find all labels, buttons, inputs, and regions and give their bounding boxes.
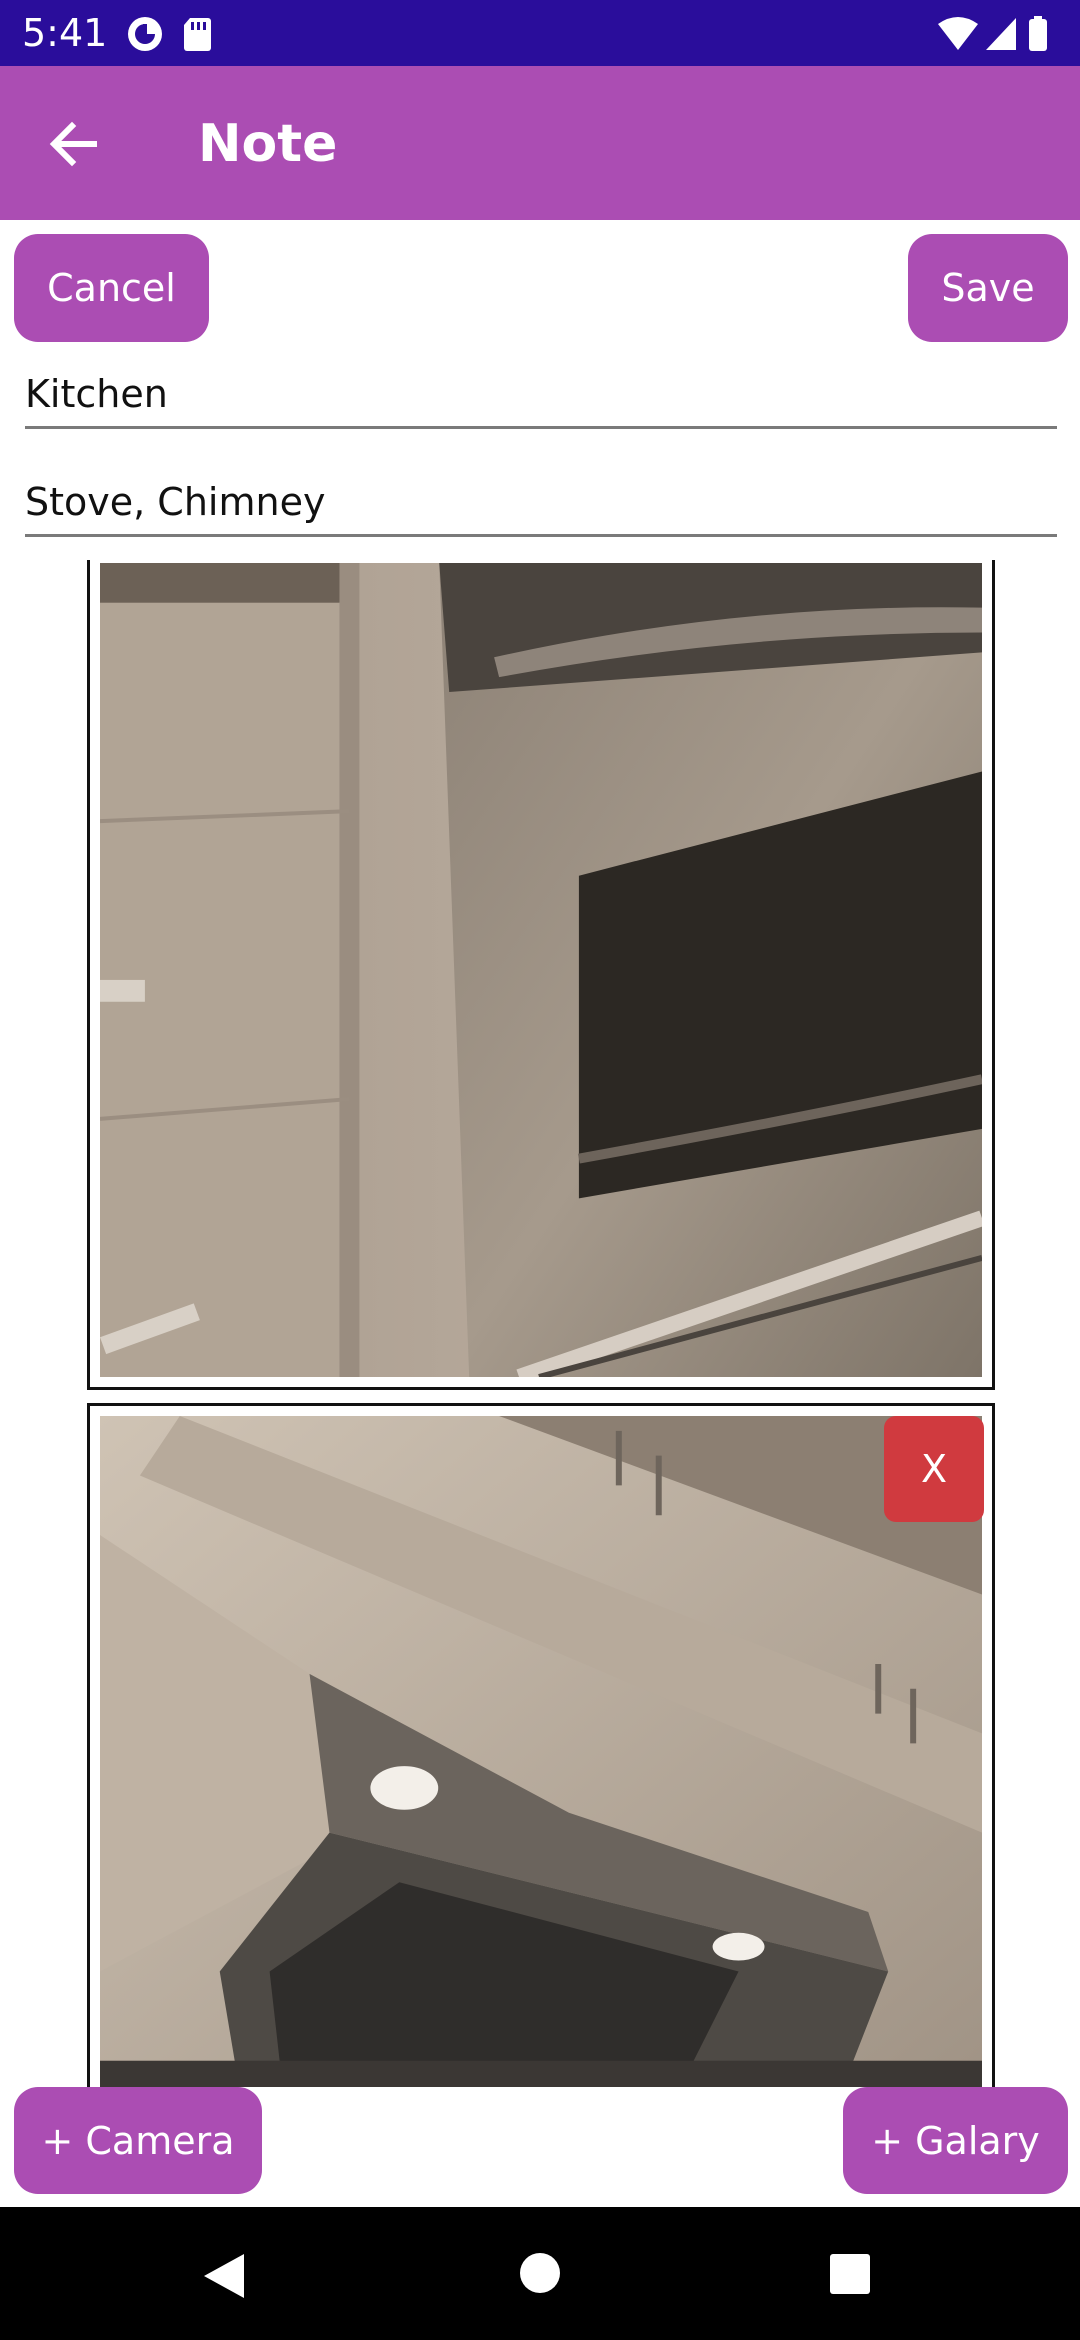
- delete-photo-button[interactable]: X: [884, 1416, 984, 1522]
- nav-recents-icon[interactable]: [829, 2253, 871, 2295]
- cancel-button[interactable]: Cancel: [14, 234, 209, 342]
- data-saver-icon: [128, 17, 162, 51]
- status-bar: 5:41: [0, 0, 1080, 66]
- oven-photo: [100, 563, 982, 1377]
- oven-photo-image: [100, 563, 982, 1377]
- sd-card-icon: [184, 18, 211, 51]
- photo-card: [87, 560, 995, 1390]
- chimney-photo: [100, 1416, 982, 2087]
- page-title: Note: [198, 114, 338, 174]
- status-right-icons: [938, 16, 1047, 51]
- nav-back-icon[interactable]: [200, 2251, 248, 2301]
- wifi-icon: [938, 17, 978, 50]
- arrow-left-icon[interactable]: [42, 112, 106, 176]
- chimney-photo-image: [100, 1416, 982, 2087]
- note-tags-field[interactable]: Stove, Chimney: [25, 478, 1057, 537]
- status-left-icons: [128, 17, 211, 51]
- save-button[interactable]: Save: [908, 234, 1068, 342]
- battery-icon: [1029, 16, 1047, 51]
- photo-list[interactable]: X: [0, 560, 1080, 2087]
- status-time: 5:41: [22, 11, 108, 55]
- system-nav-bar: [0, 2207, 1080, 2340]
- signal-icon: [986, 18, 1016, 50]
- nav-home-icon[interactable]: [518, 2251, 562, 2295]
- add-gallery-button[interactable]: + Galary: [843, 2087, 1068, 2194]
- note-title-field[interactable]: Kitchen: [25, 370, 1057, 429]
- app-bar: Note: [0, 66, 1080, 220]
- photo-card: X: [87, 1403, 995, 2087]
- add-camera-button[interactable]: + Camera: [14, 2087, 262, 2194]
